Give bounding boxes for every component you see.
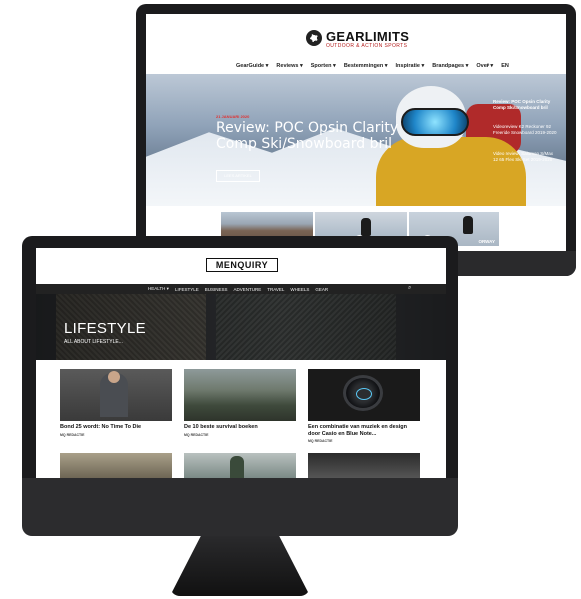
- article-image: [60, 369, 172, 421]
- read-article-button[interactable]: LEES ARTIKEL: [216, 170, 260, 182]
- goggle: [401, 108, 469, 136]
- person-head: [108, 371, 120, 383]
- search-icon[interactable]: ⌕: [408, 285, 411, 292]
- side-article-2[interactable]: Videoreview K2 Reckoner 92 Freeride Snow…: [493, 124, 559, 136]
- nav-item-reviews[interactable]: Reviews ▾: [276, 63, 302, 69]
- menquiry-screen: MENQUIRY HEALTH ▾ LIFESTYLE BUSINESS ADV…: [36, 248, 446, 478]
- article-category: MQ REDACTIE: [60, 433, 85, 437]
- nav-item-adventure[interactable]: ADVENTURE: [233, 287, 261, 292]
- hero-title[interactable]: Review: POC Opsin Clarity Comp Ski/Snowb…: [216, 120, 406, 152]
- nav-item-gear[interactable]: GEAR: [315, 287, 328, 292]
- gearlimits-brand: GEARLIMITS: [326, 29, 410, 44]
- menquiry-logo[interactable]: MENQUIRY: [206, 258, 278, 272]
- watch-dial: [356, 388, 372, 400]
- article-category: MQ REDACTIE: [308, 439, 333, 443]
- nav-item-health[interactable]: HEALTH ▾: [148, 286, 169, 292]
- article-card-partial-3[interactable]: [308, 453, 420, 478]
- article-card-partial-1[interactable]: [60, 453, 172, 478]
- hero-title: LIFESTYLE: [64, 320, 146, 337]
- article-category: MQ REDACTIE: [184, 433, 209, 437]
- search-icon[interactable]: ⌕: [486, 62, 494, 70]
- nav-item-bestemmingen[interactable]: Bestemmingen ▾: [344, 63, 388, 69]
- watch-icon: [343, 375, 383, 411]
- nav-item-sporten[interactable]: Sporten ▾: [311, 63, 336, 69]
- hero-date: 21 JANUARI 2020: [216, 114, 250, 119]
- gearlimits-logo[interactable]: GEARLIMITS OUTDOOR & ACTION SPORTS: [306, 28, 426, 54]
- skier-figure: [463, 216, 473, 234]
- nav-item-travel[interactable]: TRAVEL: [267, 287, 284, 292]
- skier-figure: [361, 218, 371, 236]
- front-monitor: MENQUIRY HEALTH ▾ LIFESTYLE BUSINESS ADV…: [22, 236, 458, 498]
- gearlimits-tagline: OUTDOOR & ACTION SPORTS: [326, 43, 408, 49]
- menquiry-hero: LIFESTYLE ALL ABOUT LIFESTYLE...: [36, 294, 446, 360]
- article-title[interactable]: De 10 beste survival boeken: [184, 424, 296, 431]
- article-card-partial-2[interactable]: [184, 453, 296, 478]
- article-card-bond[interactable]: Bond 25 wordt: No Time To Die MQ REDACTI…: [60, 369, 172, 437]
- article-title[interactable]: Een combinatie van muziek en design door…: [308, 424, 420, 437]
- menquiry-nav: HEALTH ▾ LIFESTYLE BUSINESS ADVENTURE TR…: [36, 284, 446, 294]
- side-article-1[interactable]: Review: POC Opsin Clarity Comp Ski/Snowb…: [493, 99, 559, 111]
- article-card-casio[interactable]: Een combinatie van muziek en design door…: [308, 369, 420, 443]
- nav-item-wheels[interactable]: WHEELS: [290, 287, 309, 292]
- gearlimits-hero[interactable]: 21 JANUARI 2020 Review: POC Opsin Clarit…: [146, 74, 566, 206]
- article-image: [308, 369, 420, 421]
- side-article-3[interactable]: Video review: Salomon S/Max 12 65 Flex S…: [493, 151, 559, 163]
- thumbnail-label: ORWAY: [478, 239, 495, 244]
- nav-item-gearguide[interactable]: GearGuide ▾: [236, 63, 268, 69]
- apple-logo-icon: [228, 504, 248, 526]
- article-image: [184, 369, 296, 421]
- article-title[interactable]: Bond 25 wordt: No Time To Die: [60, 424, 172, 431]
- hero-subtitle: ALL ABOUT LIFESTYLE...: [64, 339, 123, 345]
- person-figure: [230, 456, 244, 478]
- monitor-stand: [170, 536, 310, 596]
- nav-item-en[interactable]: EN: [501, 63, 509, 69]
- nav-item-lifestyle[interactable]: LIFESTYLE: [175, 287, 199, 292]
- nav-item-inspiratie[interactable]: Inspiratie ▾: [396, 63, 425, 69]
- nav-item-brandpages[interactable]: Brandpages ▾: [432, 63, 468, 69]
- article-card-survival[interactable]: De 10 beste survival boeken MQ REDACTIE: [184, 369, 296, 437]
- gearlimits-screen: GEARLIMITS OUTDOOR & ACTION SPORTS GearG…: [146, 14, 566, 251]
- nav-item-business[interactable]: BUSINESS: [205, 287, 228, 292]
- gear-icon: [306, 30, 322, 46]
